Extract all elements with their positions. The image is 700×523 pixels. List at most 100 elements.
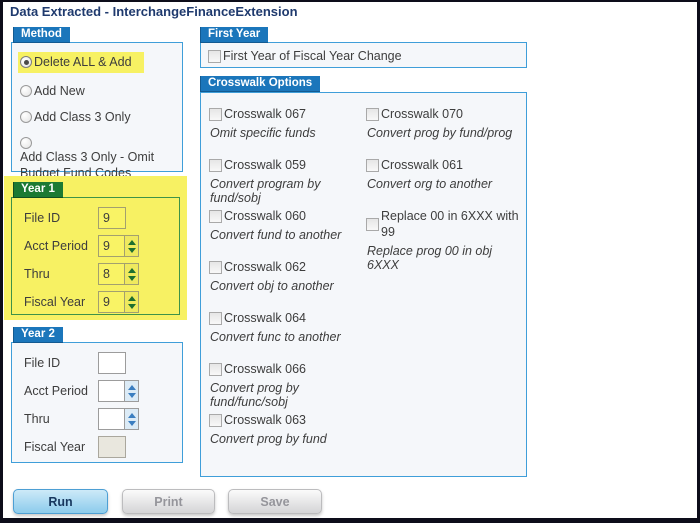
data-extracted-window: Data Extracted - InterchangeFinanceExten… — [0, 0, 700, 523]
spinner-up-icon[interactable] — [128, 385, 136, 390]
spinner-value[interactable] — [99, 381, 124, 401]
year1-group-header: Year 1 — [13, 182, 63, 198]
year2-thru-spinner[interactable] — [98, 408, 139, 430]
year2-file-id-row: File ID — [24, 352, 182, 374]
crosswalk-063-checkbox-row[interactable]: Crosswalk 063 — [209, 412, 366, 428]
spinner-value[interactable]: 8 — [99, 264, 124, 284]
radio-selected-icon[interactable] — [20, 56, 32, 68]
spinner-up-icon[interactable] — [128, 268, 136, 273]
method-option-delete-all-add[interactable]: Delete ALL & Add — [18, 52, 144, 73]
method-group-box: Delete ALL & Add Add New Add Class 3 Onl… — [11, 42, 183, 172]
year1-file-id-input[interactable]: 9 — [98, 207, 126, 229]
crosswalk-066-checkbox-row[interactable]: Crosswalk 066 — [209, 361, 366, 377]
year2-fiscal-year-row: Fiscal Year — [24, 436, 182, 458]
radio-label: Add Class 3 Only — [34, 109, 131, 125]
crosswalk-061-item: Crosswalk 061 Convert org to another — [366, 157, 526, 208]
crosswalk-067-item: Crosswalk 067 Omit specific funds — [209, 106, 366, 157]
crosswalk-description: Convert program by fund/sobj — [210, 177, 366, 205]
crosswalk-description: Convert org to another — [367, 177, 526, 191]
year2-acct-period-row: Acct Period — [24, 380, 182, 402]
checkbox-label: Replace 00 in 6XXX with 99 — [381, 208, 526, 240]
spinner-value[interactable] — [99, 409, 124, 429]
save-button[interactable]: Save — [228, 489, 322, 514]
checkbox-icon[interactable] — [209, 108, 222, 121]
checkbox-icon[interactable] — [366, 108, 379, 121]
crosswalk-062-checkbox-row[interactable]: Crosswalk 062 — [209, 259, 366, 275]
spinner-up-icon[interactable] — [128, 296, 136, 301]
radio-icon[interactable] — [20, 137, 32, 149]
crosswalk-063-item: Crosswalk 063 Convert prog by fund — [209, 412, 366, 463]
spinner-buttons[interactable] — [124, 236, 138, 256]
crosswalk-062-item: Crosswalk 062 Convert obj to another — [209, 259, 366, 310]
spinner-down-icon[interactable] — [128, 248, 136, 253]
checkbox-icon[interactable] — [209, 312, 222, 325]
crosswalk-060-checkbox-row[interactable]: Crosswalk 060 — [209, 208, 366, 224]
spinner-down-icon[interactable] — [128, 421, 136, 426]
field-label: File ID — [24, 356, 98, 370]
print-button[interactable]: Print — [122, 489, 215, 514]
first-year-checkbox-row[interactable]: First Year of Fiscal Year Change — [208, 48, 526, 64]
year1-acct-period-row: Acct Period 9 — [24, 235, 179, 257]
checkbox-icon[interactable] — [209, 363, 222, 376]
method-group-header: Method — [13, 27, 70, 43]
radio-icon[interactable] — [20, 111, 32, 123]
crosswalk-061-checkbox-row[interactable]: Crosswalk 061 — [366, 157, 526, 173]
checkbox-label: Crosswalk 061 — [381, 157, 463, 173]
spinner-buttons[interactable] — [124, 381, 138, 401]
method-option-add-class3-only[interactable]: Add Class 3 Only — [18, 109, 176, 125]
year1-acct-period-spinner[interactable]: 9 — [98, 235, 139, 257]
checkbox-label: Crosswalk 064 — [224, 310, 306, 326]
checkbox-label: Crosswalk 066 — [224, 361, 306, 377]
replace-00-checkbox-row[interactable]: Replace 00 in 6XXX with 99 — [366, 208, 526, 240]
crosswalk-group-box: Crosswalk 067 Omit specific funds Crossw… — [200, 92, 527, 477]
year2-file-id-input[interactable] — [98, 352, 126, 374]
crosswalk-grid: Crosswalk 067 Omit specific funds Crossw… — [201, 93, 526, 463]
checkbox-icon[interactable] — [209, 261, 222, 274]
crosswalk-067-checkbox-row[interactable]: Crosswalk 067 — [209, 106, 366, 122]
run-button[interactable]: Run — [13, 489, 108, 514]
crosswalk-description: Replace prog 00 in obj 6XXX — [367, 244, 526, 272]
crosswalk-059-checkbox-row[interactable]: Crosswalk 059 — [209, 157, 366, 173]
checkbox-icon[interactable] — [366, 159, 379, 172]
checkbox-icon[interactable] — [366, 218, 379, 231]
spinner-buttons[interactable] — [124, 264, 138, 284]
crosswalk-060-item: Crosswalk 060 Convert fund to another — [209, 208, 366, 259]
crosswalk-070-checkbox-row[interactable]: Crosswalk 070 — [366, 106, 526, 122]
crosswalk-064-checkbox-row[interactable]: Crosswalk 064 — [209, 310, 366, 326]
checkbox-icon[interactable] — [208, 50, 221, 63]
crosswalk-description: Omit specific funds — [210, 126, 366, 140]
year1-fiscal-year-spinner[interactable]: 9 — [98, 291, 139, 313]
checkbox-label: Crosswalk 059 — [224, 157, 306, 173]
method-option-add-class3-omit[interactable]: Add Class 3 Only - Omit Budget Fund Code… — [18, 135, 168, 181]
crosswalk-description: Convert obj to another — [210, 279, 366, 293]
crosswalk-064-item: Crosswalk 064 Convert func to another — [209, 310, 366, 361]
spinner-buttons[interactable] — [124, 292, 138, 312]
spinner-value[interactable]: 9 — [99, 236, 124, 256]
field-label: Thru — [24, 412, 98, 426]
radio-icon[interactable] — [20, 85, 32, 97]
checkbox-label: Crosswalk 063 — [224, 412, 306, 428]
year1-file-id-row: File ID 9 — [24, 207, 179, 229]
checkbox-label: Crosswalk 067 — [224, 106, 306, 122]
year2-group-box: File ID Acct Period Thru — [11, 342, 183, 463]
spinner-up-icon[interactable] — [128, 413, 136, 418]
spinner-up-icon[interactable] — [128, 240, 136, 245]
method-option-add-new[interactable]: Add New — [18, 83, 176, 99]
checkbox-icon[interactable] — [209, 414, 222, 427]
spinner-down-icon[interactable] — [128, 304, 136, 309]
checkbox-icon[interactable] — [209, 159, 222, 172]
spinner-down-icon[interactable] — [128, 276, 136, 281]
crosswalk-description: Convert func to another — [210, 330, 366, 344]
spinner-down-icon[interactable] — [128, 393, 136, 398]
spinner-buttons[interactable] — [124, 409, 138, 429]
crosswalk-description: Convert prog by fund/func/sobj — [210, 381, 366, 409]
checkbox-label: Crosswalk 070 — [381, 106, 463, 122]
year1-thru-spinner[interactable]: 8 — [98, 263, 139, 285]
checkbox-icon[interactable] — [209, 210, 222, 223]
spinner-value[interactable]: 9 — [99, 292, 124, 312]
checkbox-label: Crosswalk 060 — [224, 208, 306, 224]
crosswalk-description: Convert prog by fund/prog — [367, 126, 526, 140]
year2-acct-period-spinner[interactable] — [98, 380, 139, 402]
field-label: File ID — [24, 211, 98, 225]
year1-thru-row: Thru 8 — [24, 263, 179, 285]
